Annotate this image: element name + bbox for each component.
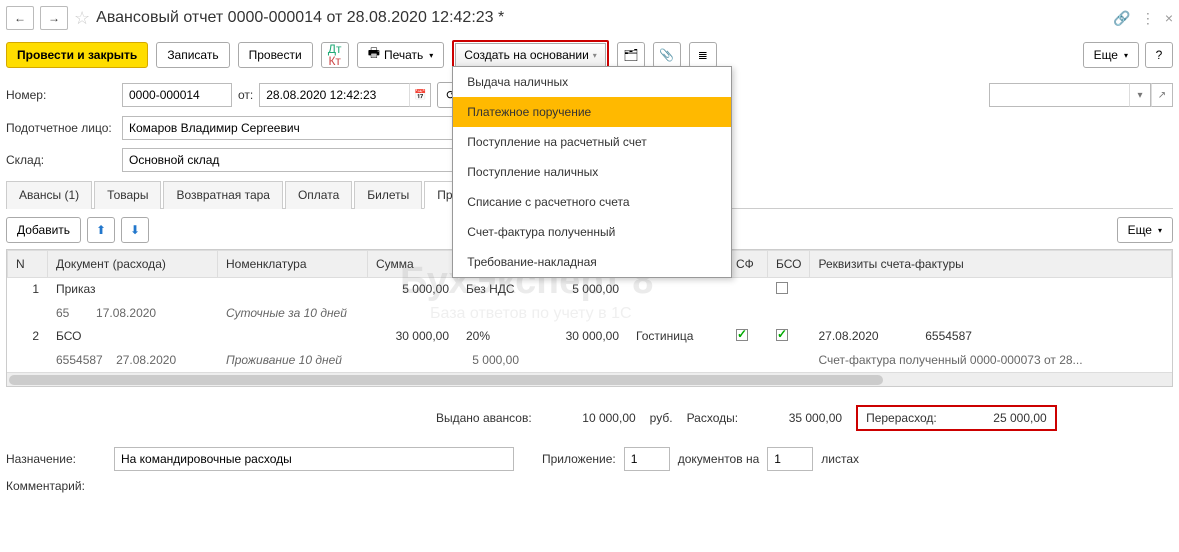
date-input[interactable] [259,83,409,107]
dtkt-button[interactable]: ДтКт [321,42,349,68]
menu-item-cash-issue[interactable]: Выдача наличных [453,67,731,97]
person-input[interactable] [122,116,473,140]
col-sf[interactable]: СФ [728,251,768,278]
tab-advances[interactable]: Авансы (1) [6,181,92,209]
menu-item-bank-receipt[interactable]: Поступление на расчетный счет [453,127,731,157]
col-n[interactable]: N [8,251,48,278]
table-row[interactable]: 1 Приказ 5 000,00 Без НДС 5 000,00 [8,278,1172,302]
table-row[interactable]: 2 БСО 30 000,00 20% 30 000,00 Гостиница … [8,325,1172,349]
move-down-button[interactable]: ⬇ [121,217,149,243]
tab-return-pack[interactable]: Возвратная тара [163,181,283,209]
attach-label: Приложение: [542,452,616,466]
sheets-input[interactable] [767,447,813,471]
link-icon[interactable]: 🔗 [1113,10,1130,27]
overrun-label: Перерасход: [866,411,937,425]
favorite-icon[interactable]: ☆ [74,8,90,29]
attach-mid: документов на [678,452,760,466]
purpose-input[interactable] [114,447,514,471]
col-doc[interactable]: Документ (расхода) [48,251,218,278]
bso-checkbox[interactable] [776,329,788,341]
expenses-label: Расходы: [687,411,739,425]
post-and-close-button[interactable]: Провести и закрыть [6,42,148,68]
close-icon[interactable]: × [1165,10,1173,26]
calendar-icon[interactable]: 📅 [409,83,431,107]
move-up-button[interactable]: ⬆ [87,217,115,243]
col-invoice[interactable]: Реквизиты счета-фактуры [810,251,1172,278]
kebab-icon[interactable]: ⋮ [1141,10,1155,27]
attach-count-input[interactable] [624,447,670,471]
person-label: Подотчетное лицо: [6,121,116,135]
post-button[interactable]: Провести [238,42,313,68]
table-row-sub[interactable]: 6554587 27.08.2020 Проживание 10 дней 5 … [8,349,1172,372]
sf-checkbox[interactable] [736,329,748,341]
warehouse-input[interactable] [122,148,473,172]
printer-icon: 🖶 [368,44,380,66]
expenses-value: 35 000,00 [752,411,842,425]
forward-button[interactable]: → [40,6,68,30]
menu-item-cash-receipt[interactable]: Поступление наличных [453,157,731,187]
attach-button[interactable]: 📎 [653,42,681,68]
help-button[interactable]: ? [1145,42,1173,68]
list-button[interactable]: ≣ [689,42,717,68]
col-sum[interactable]: Сумма [368,251,458,278]
create-on-basis-button[interactable]: Создать на основании [455,43,606,67]
tab-payment[interactable]: Оплата [285,181,352,209]
menu-item-requisition[interactable]: Требование-накладная [453,247,731,277]
col-bso[interactable]: БСО [768,251,810,278]
org-open-icon[interactable]: ↗ [1151,83,1173,107]
save-button[interactable]: Записать [156,42,229,68]
issued-label: Выдано авансов: [436,411,532,425]
print-button[interactable]: 🖶Печать [357,42,445,68]
date-prefix: от: [238,88,253,102]
bso-checkbox[interactable] [776,282,788,294]
back-button[interactable]: ← [6,6,34,30]
purpose-label: Назначение: [6,452,106,466]
comment-label: Комментарий: [6,479,106,493]
currency: руб. [650,411,673,425]
menu-item-payment-order[interactable]: Платежное поручение [453,97,731,127]
menu-item-invoice-received[interactable]: Счет-фактура полученный [453,217,731,247]
org-select-icon[interactable]: ▾ [1129,83,1151,107]
table-row-sub[interactable]: 65 17.08.2020 Суточные за 10 дней [8,302,1172,325]
more-button[interactable]: Еще [1083,42,1139,68]
number-label: Номер: [6,88,116,102]
table-more-button[interactable]: Еще [1117,217,1173,243]
add-row-button[interactable]: Добавить [6,217,81,243]
window-title: Авансовый отчет 0000-000014 от 28.08.202… [96,9,1107,27]
org-input[interactable] [989,83,1129,107]
menu-item-bank-writeoff[interactable]: Списание с расчетного счета [453,187,731,217]
issued-value: 10 000,00 [546,411,636,425]
create-on-basis-menu: Выдача наличных Платежное поручение Пост… [452,66,732,278]
tab-tickets[interactable]: Билеты [354,181,422,209]
number-input[interactable] [122,83,232,107]
h-scrollbar[interactable] [7,372,1172,386]
sheets-label: листах [821,452,859,466]
tab-goods[interactable]: Товары [94,181,161,209]
overrun-value: 25 000,00 [957,411,1047,425]
warehouse-label: Склад: [6,153,116,167]
structure-button[interactable]: 🗂 [617,42,645,68]
col-nom[interactable]: Номенклатура [218,251,368,278]
